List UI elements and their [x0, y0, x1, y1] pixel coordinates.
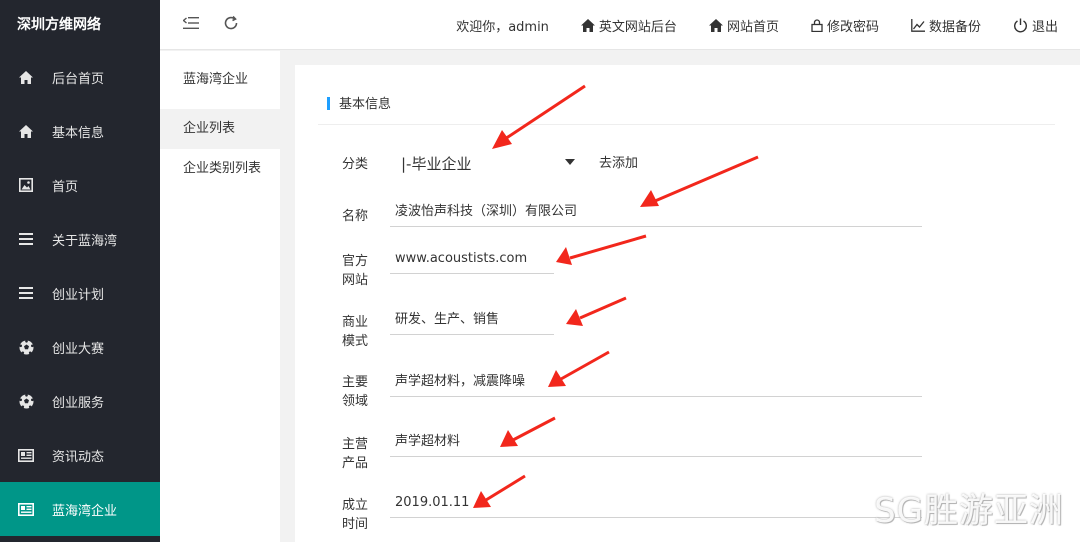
- home-icon: [18, 69, 34, 85]
- soccer-icon: [18, 339, 34, 355]
- form-panel: 基本信息 分类 |-毕业企业 去添加 名称 凌波怡声科技（深圳）有限公司 官方网…: [295, 65, 1080, 542]
- submenu-item-enterprise-list[interactable]: 企业列表: [160, 109, 280, 149]
- sidebar-item-about[interactable]: 关于蓝海湾: [0, 212, 160, 266]
- collapse-menu-icon[interactable]: [182, 14, 200, 32]
- sidebar-item-label: 资讯动态: [52, 449, 105, 465]
- newspaper-icon: [18, 447, 34, 463]
- english-admin-link[interactable]: 英文网站后台: [580, 16, 677, 35]
- sidebar-item-plan[interactable]: 创业计划: [0, 266, 160, 320]
- sidebar-item-basic-info[interactable]: 基本信息: [0, 104, 160, 158]
- website-input[interactable]: www.acoustists.com: [390, 244, 554, 274]
- sidebar-item-homepage[interactable]: 首页: [0, 158, 160, 212]
- sidebar-item-label: 蓝海湾企业: [52, 503, 118, 519]
- founded-label: 成立 时间: [342, 498, 369, 532]
- home-icon: [580, 18, 595, 32]
- sidebar-item-dashboard[interactable]: 后台首页: [0, 50, 160, 104]
- sidebar-item-label: 创业计划: [52, 287, 105, 303]
- main-product-input[interactable]: 声学超材料: [390, 427, 922, 457]
- category-label: 分类: [342, 157, 369, 172]
- sidebar-item-label: 基本信息: [52, 125, 105, 141]
- sidebar-item-label: 后台首页: [52, 71, 105, 87]
- section-header: 基本信息: [318, 91, 1055, 125]
- add-category-link[interactable]: 去添加: [599, 152, 638, 171]
- menu-icon: [18, 231, 34, 247]
- sidebar-item-label: 创业服务: [52, 395, 105, 411]
- refresh-icon[interactable]: [222, 14, 240, 32]
- category-select[interactable]: |-毕业企业: [401, 153, 471, 174]
- top-header: 欢迎你，admin 英文网站后台 网站首页 修改密码 数据备份 退出: [160, 0, 1080, 50]
- welcome-text: 欢迎你，admin: [456, 19, 549, 35]
- business-model-input[interactable]: 研发、生产、销售: [390, 305, 554, 335]
- home-icon: [18, 123, 34, 139]
- brand-title: 深圳方维网络: [17, 17, 101, 33]
- section-title: 基本信息: [339, 97, 392, 112]
- name-input[interactable]: 凌波怡声科技（深圳）有限公司: [390, 197, 922, 227]
- submenu-title: 蓝海湾企业: [183, 72, 249, 87]
- sidebar-item-contest[interactable]: 创业大赛: [0, 320, 160, 374]
- sidebar-item-news[interactable]: 资讯动态: [0, 428, 160, 482]
- submenu-item-category-list[interactable]: 企业类别列表: [160, 149, 280, 189]
- chevron-down-icon[interactable]: [565, 159, 575, 165]
- section-accent-bar: [327, 97, 330, 110]
- image-icon: [18, 177, 34, 193]
- power-icon: [1013, 18, 1027, 32]
- sidebar-item-label: 首页: [52, 179, 79, 195]
- menu-icon: [18, 285, 34, 301]
- submenu: 蓝海湾企业 企业列表 企业类别列表: [160, 51, 280, 542]
- business-model-label: 商业 模式: [342, 315, 369, 349]
- founded-input[interactable]: 2019.01.11: [390, 488, 922, 518]
- sidebar-item-service[interactable]: 创业服务: [0, 374, 160, 428]
- sidebar-item-enterprise[interactable]: 蓝海湾企业: [0, 482, 160, 536]
- sidebar: 深圳方维网络 后台首页 基本信息 首页 关于蓝海湾 创业计划 创业大赛 创业服务…: [0, 0, 160, 542]
- newspaper-icon: [18, 501, 34, 517]
- logout-link[interactable]: 退出: [1013, 16, 1058, 35]
- change-password-link[interactable]: 修改密码: [811, 16, 879, 35]
- sidebar-item-label: 关于蓝海湾: [52, 233, 118, 249]
- main-field-input[interactable]: 声学超材料，减震降噪: [390, 367, 922, 397]
- main-field-label: 主要 领域: [342, 375, 369, 409]
- soccer-icon: [18, 393, 34, 409]
- website-label: 官方 网站: [342, 254, 369, 288]
- chart-icon: [911, 18, 925, 32]
- lock-icon: [811, 18, 823, 32]
- data-backup-link[interactable]: 数据备份: [911, 16, 981, 35]
- home-icon: [708, 18, 723, 32]
- site-home-link[interactable]: 网站首页: [708, 16, 779, 35]
- main-product-label: 主营 产品: [342, 437, 369, 471]
- sidebar-item-label: 创业大赛: [52, 341, 105, 357]
- name-label: 名称: [342, 209, 369, 224]
